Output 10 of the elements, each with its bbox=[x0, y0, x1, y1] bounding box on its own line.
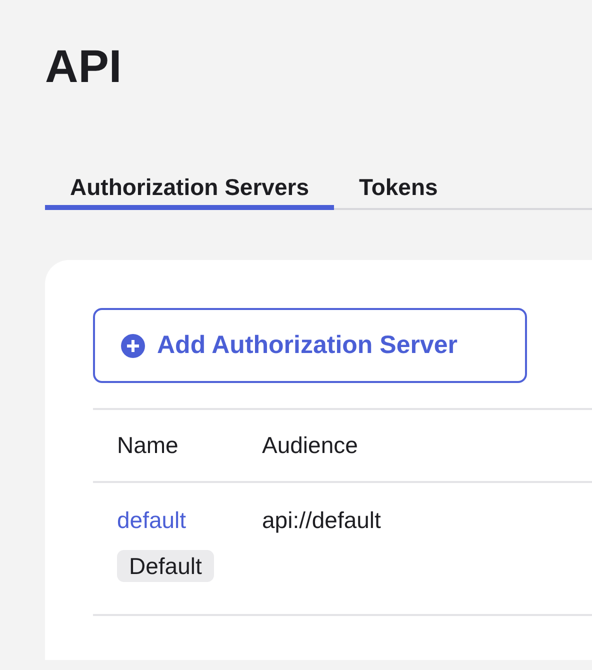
tab[interactable]: Tokens bbox=[334, 170, 463, 210]
column-header: Audience bbox=[262, 431, 358, 460]
page-title: API bbox=[45, 39, 123, 94]
table-cell-text: api://default bbox=[262, 506, 381, 535]
server-link[interactable]: default bbox=[117, 503, 186, 538]
tab[interactable]: Authorization Servers bbox=[45, 170, 334, 210]
default-tag: Default bbox=[117, 550, 214, 582]
column-header: Name bbox=[116, 431, 180, 460]
plus-circle-icon bbox=[121, 334, 145, 358]
add-authorization-server-button[interactable]: Add Authorization Server bbox=[93, 308, 527, 383]
